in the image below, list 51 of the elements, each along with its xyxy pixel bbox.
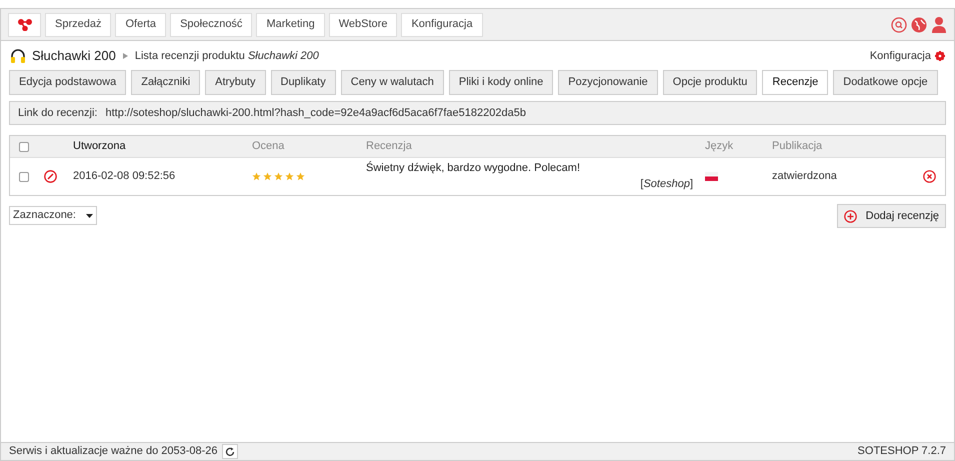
nav-menu-button[interactable]: Oferta <box>115 12 166 36</box>
gear-icon <box>935 51 945 61</box>
delete-icon[interactable] <box>923 170 936 183</box>
tab[interactable]: Atrybuty <box>205 70 266 95</box>
review-link-label: Link do recenzji: <box>18 106 98 121</box>
plus-icon <box>844 210 857 222</box>
nav-menu-button[interactable]: WebStore <box>328 12 398 36</box>
nav-menu-button[interactable]: Społeczność <box>170 12 252 36</box>
column-header: Utworzona <box>73 140 126 152</box>
flag-icon <box>705 172 718 181</box>
globe-icon[interactable] <box>911 16 927 32</box>
tab[interactable]: Pozycjonowanie <box>558 70 658 95</box>
caret-icon <box>86 214 93 218</box>
review-author: [Soteshop] <box>640 178 693 191</box>
column-header: Publikacja <box>772 140 822 152</box>
table-cell: zatwierdzona <box>772 170 837 182</box>
tab[interactable]: Edycja podstawowa <box>9 70 126 95</box>
service-expiry-text: Serwis i aktualizacje ważne do 2053-08-26 <box>9 444 218 460</box>
breadcrumb-text: Lista recenzji produktu Słuchawki 200 <box>134 48 319 64</box>
tab[interactable]: Opcje produktu <box>662 70 758 95</box>
bulk-action-dropdown[interactable]: Zaznaczone: <box>9 206 97 225</box>
refresh-button[interactable] <box>222 444 238 459</box>
checkbox[interactable] <box>19 172 29 182</box>
configuration-link[interactable]: Konfiguracja <box>870 48 945 64</box>
product-title: Słuchawki 200 <box>32 47 116 66</box>
user-icon[interactable] <box>931 16 947 33</box>
search-icon[interactable] <box>891 16 907 32</box>
nav-menu-button[interactable]: Marketing <box>256 12 325 36</box>
review-text: Świetny dźwięk, bardzo wygodne. Polecam! <box>366 162 580 175</box>
table-cell: 2016-02-08 09:52:56 <box>73 170 176 182</box>
logo-button[interactable] <box>8 12 41 36</box>
tab[interactable]: Duplikaty <box>270 70 336 95</box>
tab[interactable]: Ceny w walutach <box>340 70 444 95</box>
nav-menu-button[interactable]: Sprzedaż <box>45 12 112 36</box>
column-header: Ocena <box>252 140 284 152</box>
tab[interactable]: Załączniki <box>131 70 200 95</box>
column-header: Recenzja <box>366 140 412 152</box>
review-link-url: http://soteshop/sluchawki-200.html?hash_code=92e4a9acf6d5aca6f7fae5182202da5b <box>106 106 526 121</box>
edit-icon[interactable] <box>44 170 57 183</box>
version-text: SOTESHOP 7.2.7 <box>858 444 946 460</box>
nav-menu-button[interactable]: Konfiguracja <box>401 12 483 36</box>
headphones-icon <box>10 48 26 64</box>
add-review-button[interactable]: Dodaj recenzję <box>836 204 946 228</box>
tab[interactable]: Pliki i kody online <box>448 70 554 95</box>
checkbox[interactable] <box>19 142 29 152</box>
refresh-icon <box>224 446 235 456</box>
tab[interactable]: Recenzje <box>762 70 828 95</box>
column-header: Język <box>705 140 734 152</box>
breadcrumb-arrow-icon <box>122 53 128 59</box>
tab[interactable]: Dodatkowe opcje <box>833 70 938 95</box>
logo-icon <box>18 18 32 30</box>
